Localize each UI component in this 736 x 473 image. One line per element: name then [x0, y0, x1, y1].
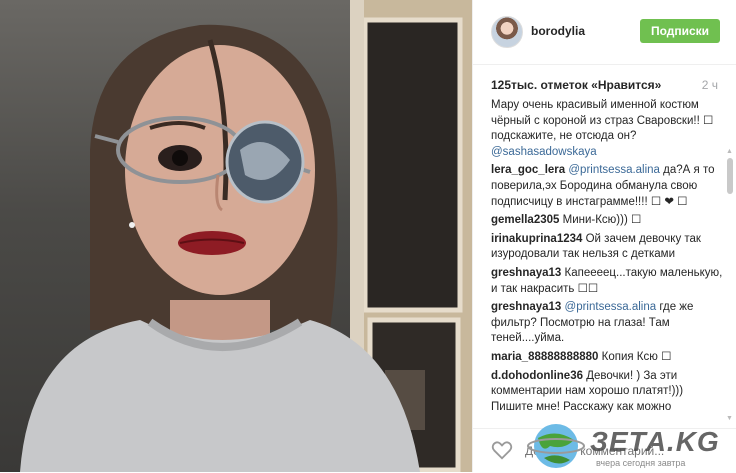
- comment-item: irinakuprina1234 Ой зачем девочку так из…: [491, 232, 723, 263]
- comment-username[interactable]: lera_goc_lera: [491, 164, 565, 176]
- comment-text: Мару очень красивый именной костюм чёрны…: [491, 99, 714, 143]
- comment-username[interactable]: greshnaya13: [491, 301, 561, 313]
- heart-icon[interactable]: [491, 439, 513, 461]
- follow-button[interactable]: Подписки: [640, 19, 720, 43]
- instagram-post-window: borodylia Подписки 125тыс. отметок «Нрав…: [0, 0, 736, 472]
- comment-text: Копия Ксю ☐: [598, 350, 672, 363]
- comment-list: Мару очень красивый именной костюм чёрны…: [491, 98, 723, 424]
- comment-username[interactable]: d.dohodonline36: [491, 370, 583, 382]
- comment-text: Мини-Ксю))) ☐: [559, 214, 642, 227]
- comment-item: greshnaya13 @printsessa.alina где же фил…: [491, 300, 723, 347]
- post-sidebar: borodylia Подписки 125тыс. отметок «Нрав…: [472, 0, 736, 472]
- comment-item: maria_88888888880 Копия Ксю ☐: [491, 350, 723, 366]
- comment-username[interactable]: maria_88888888880: [491, 351, 598, 363]
- comment-item: Мару очень красивый именной костюм чёрны…: [491, 98, 723, 160]
- post-photo[interactable]: [0, 0, 472, 472]
- scroll-thumb[interactable]: [727, 158, 733, 194]
- comment-username[interactable]: gemella2305: [491, 214, 559, 226]
- avatar[interactable]: [491, 16, 523, 48]
- comment-item: greshnaya13 Капеееец...такую маленькую, …: [491, 266, 723, 297]
- post-header: borodylia Подписки: [473, 0, 736, 65]
- photo-illustration: [20, 0, 472, 472]
- comment-item: d.dohodonline36 Девочки! ) За эти коммен…: [491, 369, 723, 416]
- comment-item: lera_goc_lera @printsessa.alina да?А я т…: [491, 163, 723, 210]
- post-footer: [473, 428, 736, 473]
- comment-input[interactable]: [523, 440, 707, 462]
- comment-mention[interactable]: @printsessa.alina: [568, 164, 660, 176]
- comment-mention[interactable]: @printsessa.alina: [565, 301, 657, 313]
- scroll-up-icon[interactable]: ▲: [726, 148, 733, 155]
- comment-item: gemella2305 Мини-Ксю))) ☐: [491, 213, 723, 229]
- likes-count[interactable]: 125тыс. отметок «Нравится»: [491, 78, 661, 92]
- comment-username[interactable]: greshnaya13: [491, 267, 561, 279]
- lips: [178, 231, 246, 255]
- comment-username[interactable]: irinakuprina1234: [491, 233, 582, 245]
- comment-mention[interactable]: @sashasadowskaya: [491, 146, 597, 158]
- scroll-down-icon[interactable]: ▼: [726, 415, 733, 422]
- comments-scrollbar[interactable]: ▲ ▼: [726, 148, 734, 422]
- username-link[interactable]: borodylia: [531, 24, 585, 38]
- post-time: 2 ч: [701, 78, 718, 92]
